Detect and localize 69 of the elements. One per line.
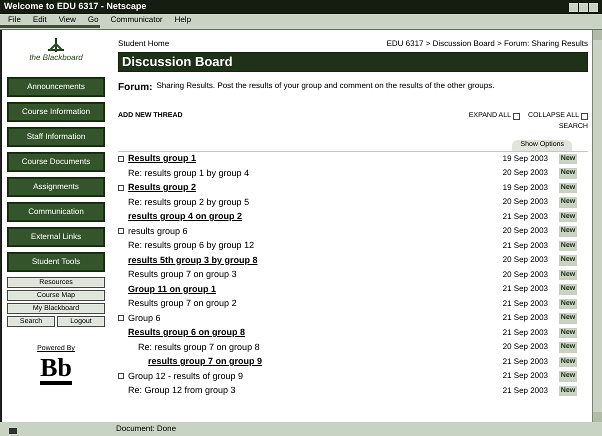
nav-button[interactable]: Course Documents (7, 152, 105, 172)
nav-button[interactable]: Communication (7, 202, 105, 222)
post-date: 20 Sep 2003 (502, 167, 548, 180)
post-date: 21 Sep 2003 (502, 210, 548, 223)
post-date: 21 Sep 2003 (502, 283, 548, 296)
post-date: 20 Sep 2003 (502, 196, 548, 208)
nav-button[interactable]: Announcements (7, 77, 105, 97)
nav-button[interactable]: Course Information (7, 102, 105, 122)
thread-icon[interactable] (118, 228, 124, 234)
page-title: Discussion Board (122, 53, 233, 72)
thread-icon[interactable] (118, 156, 124, 162)
thread-link[interactable]: results group 7 on group 9 (148, 355, 262, 368)
breadcrumb[interactable]: Student Home (118, 38, 170, 50)
thread-icon[interactable] (118, 184, 124, 191)
forum-label: Forum: (118, 81, 152, 95)
close-button[interactable] (589, 2, 598, 12)
thread-title[interactable]: Group 12 - results of group 9 (128, 370, 244, 383)
post-date: 19 Sep 2003 (502, 182, 548, 194)
post-date: 20 Sep 2003 (502, 225, 548, 238)
menu-item[interactable]: Communicator (110, 16, 163, 24)
option-checkbox[interactable] (513, 112, 520, 120)
post-date: 21 Sep 2003 (502, 298, 548, 310)
thread-link[interactable]: Results group 6 on group 8 (128, 326, 246, 340)
window-title: Welcome to EDU 6317 - Netscape (4, 0, 146, 14)
post-date: 21 Sep 2003 (502, 356, 548, 368)
thread-link[interactable]: Results group 1 (128, 152, 196, 166)
post-date: 20 Sep 2003 (502, 254, 548, 266)
thread-link[interactable]: results group 4 on group 2 (128, 210, 242, 224)
thread-icon[interactable] (118, 315, 124, 322)
minimize-button[interactable] (569, 2, 578, 12)
menu-item[interactable]: View (58, 16, 76, 24)
nav-button[interactable]: Student Tools (7, 252, 105, 272)
status-text: Document: Done (116, 423, 176, 435)
thread-link[interactable]: results 5th group 3 by group 8 (128, 254, 258, 267)
thread-title[interactable]: Re: results group 6 by group 12 (128, 239, 254, 252)
post-date: 20 Sep 2003 (502, 341, 548, 354)
menu-item[interactable]: Edit (32, 16, 47, 24)
thread-title[interactable]: Re: results group 2 by group 5 (128, 196, 250, 209)
thread-title[interactable]: Re: results group 7 on group 8 (138, 340, 260, 354)
post-date: 21 Sep 2003 (502, 240, 548, 252)
thread-title[interactable]: Group 6 (128, 312, 161, 325)
post-date: 21 Sep 2003 (502, 370, 548, 382)
post-date: 19 Sep 2003 (502, 152, 548, 165)
nav-button[interactable]: External Links (7, 227, 105, 247)
nav-button[interactable]: Staff Information (7, 127, 105, 147)
thread-title[interactable]: Re: Group 12 from group 3 (128, 384, 236, 398)
maximize-button[interactable] (579, 2, 588, 12)
menu-item[interactable]: File (8, 16, 21, 24)
post-date: 21 Sep 2003 (502, 326, 548, 339)
thread-link[interactable]: Group 11 on group 1 (128, 282, 216, 296)
blackboard-logo[interactable]: Bb (40, 354, 72, 384)
post-date: 20 Sep 2003 (502, 268, 548, 281)
scrollbar[interactable] (592, 30, 602, 422)
thread-title[interactable]: Re: results group 1 by group 4 (128, 166, 250, 180)
thread-title[interactable]: results group 6 (128, 224, 188, 238)
post-date: 21 Sep 2003 (502, 384, 548, 397)
menu-item[interactable]: Go (88, 16, 99, 24)
thread-title[interactable]: Results group 7 on group 3 (128, 268, 237, 282)
post-date: 21 Sep 2003 (502, 312, 548, 324)
logo-text: the Blackboard (29, 52, 83, 64)
thread-title[interactable]: Results group 7 on group 2 (128, 297, 237, 310)
forum-description: Sharing Results. Post the results of your group and comment on the results of the other groups. (156, 80, 494, 92)
breadcrumb-trail[interactable]: EDU 6317 > Discussion Board > Forum: Sharing Results (386, 38, 588, 50)
menu-item[interactable]: Help (174, 16, 192, 24)
nav-button[interactable]: Assignments (7, 177, 105, 197)
toolbar-grip[interactable] (0, 25, 100, 28)
thread-link[interactable]: Results group 2 (128, 181, 196, 194)
option-checkbox[interactable] (581, 112, 588, 120)
thread-icon[interactable] (118, 373, 124, 380)
